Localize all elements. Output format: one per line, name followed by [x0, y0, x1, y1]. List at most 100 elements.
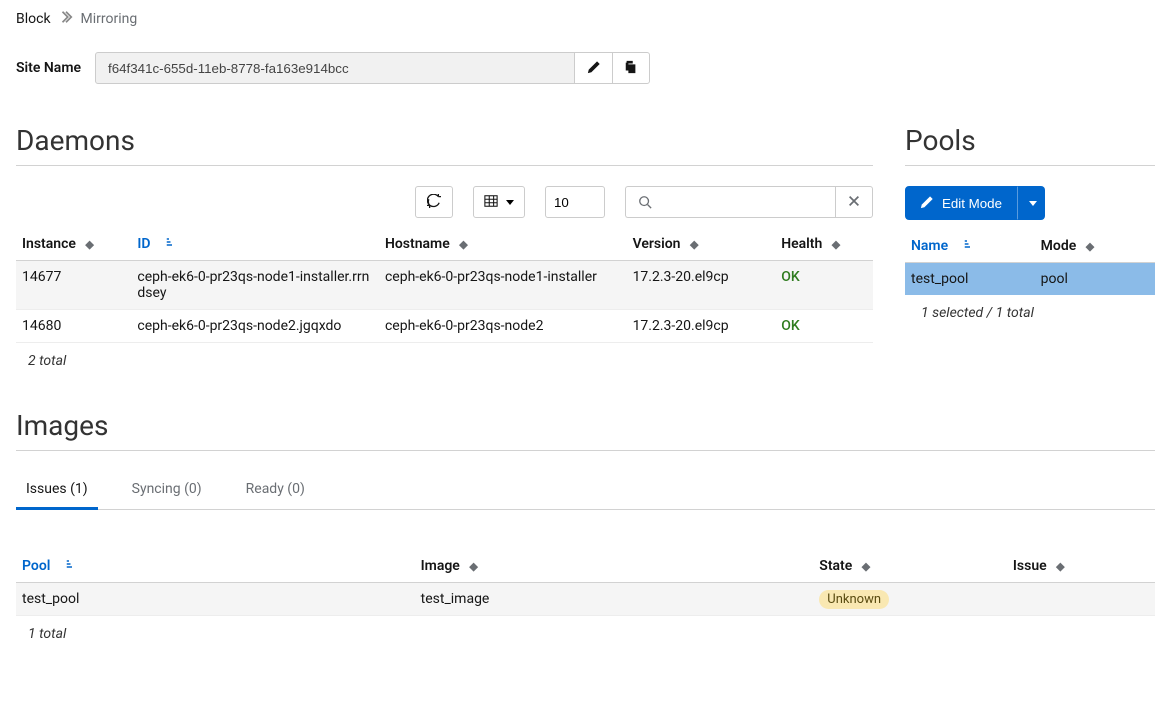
tab-issues[interactable]: Issues (1) [16, 471, 98, 510]
col-mode[interactable]: Mode ◆ [1035, 230, 1155, 263]
col-name[interactable]: Name [905, 230, 1035, 263]
refresh-button[interactable] [415, 186, 453, 218]
site-name-input-group [95, 52, 650, 84]
status-badge: OK [781, 269, 800, 285]
cell-instance: 14680 [16, 310, 131, 343]
images-total: 1 total [16, 616, 1155, 642]
search-icon [625, 186, 663, 218]
breadcrumb-current: Mirroring [81, 11, 138, 27]
col-label: Hostname [385, 236, 450, 252]
pools-header-row: Name Mode ◆ [905, 230, 1155, 263]
table-row[interactable]: test_pool pool [905, 263, 1155, 296]
sort-icon: ◆ [862, 560, 870, 573]
breadcrumb-root[interactable]: Block [16, 11, 51, 27]
pencil-icon [920, 195, 934, 212]
cell-id: ceph-ek6-0-pr23qs-node2.jgqxdo [131, 310, 379, 343]
table-row[interactable]: test_pool test_image Unknown [16, 583, 1155, 616]
table-row[interactable]: 14680 ceph-ek6-0-pr23qs-node2.jgqxdo cep… [16, 310, 873, 343]
site-name-label: Site Name [16, 60, 81, 76]
sort-asc-icon [160, 236, 172, 251]
daemons-panel: Daemons [16, 124, 873, 369]
tab-ready[interactable]: Ready (0) [236, 471, 315, 510]
status-badge: OK [781, 318, 800, 334]
cell-name: test_pool [905, 263, 1035, 296]
clear-search-button[interactable] [835, 186, 873, 218]
col-version[interactable]: Version ◆ [627, 228, 776, 261]
pools-table: Name Mode ◆ test_pool pool [905, 230, 1155, 295]
daemons-total: 2 total [16, 343, 873, 369]
sort-icon: ◆ [469, 560, 477, 573]
col-label: Instance [22, 236, 76, 252]
cell-version: 17.2.3-20.el9cp [627, 310, 776, 343]
copy-icon [624, 60, 638, 77]
images-tabs: Issues (1) Syncing (0) Ready (0) [16, 471, 1155, 510]
images-heading: Images [16, 409, 1155, 451]
cell-id: ceph-ek6-0-pr23qs-node1-installer.rrndse… [131, 261, 379, 310]
status-badge: Unknown [819, 590, 889, 609]
col-hostname[interactable]: Hostname ◆ [379, 228, 627, 261]
sort-icon: ◆ [85, 238, 93, 251]
pencil-icon [587, 60, 601, 77]
images-table: Pool Image ◆ State ◆ Issue ◆ [16, 550, 1155, 616]
col-state[interactable]: State ◆ [813, 550, 1007, 583]
col-label: Name [911, 238, 948, 254]
edit-mode-button[interactable]: Edit Mode [905, 186, 1017, 220]
sort-icon: ◆ [832, 238, 840, 251]
sort-asc-icon [60, 558, 72, 573]
cell-hostname: ceph-ek6-0-pr23qs-node2 [379, 310, 627, 343]
daemons-toolbar [16, 186, 873, 218]
cell-version: 17.2.3-20.el9cp [627, 261, 776, 310]
cell-pool: test_pool [16, 583, 415, 616]
col-label: Mode [1041, 238, 1077, 254]
table-icon [484, 194, 498, 211]
chevron-right-icon [59, 10, 73, 28]
sort-icon: ◆ [459, 238, 467, 251]
page-size-input[interactable] [545, 186, 605, 218]
col-instance[interactable]: Instance ◆ [16, 228, 131, 261]
pools-heading: Pools [905, 124, 1155, 166]
daemons-table: Instance ◆ ID Hostname ◆ Version [16, 228, 873, 343]
cell-image: test_image [415, 583, 814, 616]
edit-mode-dropdown[interactable] [1017, 186, 1045, 220]
col-label: ID [137, 236, 150, 252]
col-label: Pool [22, 558, 50, 574]
col-pool[interactable]: Pool [16, 550, 415, 583]
table-row[interactable]: 14677 ceph-ek6-0-pr23qs-node1-installer.… [16, 261, 873, 310]
refresh-icon [427, 194, 441, 211]
col-label: Image [421, 558, 460, 574]
col-label: Version [633, 236, 681, 252]
col-label: Health [781, 236, 822, 252]
cell-state: Unknown [813, 583, 1007, 616]
edit-site-name-button[interactable] [575, 52, 613, 84]
cell-instance: 14677 [16, 261, 131, 310]
col-label: Issue [1013, 558, 1047, 574]
cell-health: OK [775, 310, 873, 343]
breadcrumb: Block Mirroring [16, 10, 1155, 28]
pools-footer: 1 selected / 1 total [905, 295, 1155, 321]
cell-mode: pool [1035, 263, 1155, 296]
col-id[interactable]: ID [131, 228, 379, 261]
cell-health: OK [775, 261, 873, 310]
cell-hostname: ceph-ek6-0-pr23qs-node1-installer [379, 261, 627, 310]
tab-syncing[interactable]: Syncing (0) [122, 471, 212, 510]
close-icon [847, 194, 861, 211]
daemons-header-row: Instance ◆ ID Hostname ◆ Version [16, 228, 873, 261]
edit-mode-label: Edit Mode [942, 196, 1002, 211]
images-panel: Images Issues (1) Syncing (0) Ready (0) … [16, 409, 1155, 642]
sort-icon: ◆ [1086, 240, 1094, 253]
sort-asc-icon [958, 238, 970, 253]
site-name-input[interactable] [95, 52, 575, 84]
col-image[interactable]: Image ◆ [415, 550, 814, 583]
sort-icon: ◆ [1056, 560, 1064, 573]
col-label: State [819, 558, 852, 574]
col-health[interactable]: Health ◆ [775, 228, 873, 261]
search-input[interactable] [663, 186, 835, 218]
sort-icon: ◆ [690, 238, 698, 251]
columns-button[interactable] [473, 186, 525, 218]
pools-panel: Pools Edit Mode Name [905, 124, 1155, 321]
cell-issue [1007, 583, 1155, 616]
col-issue[interactable]: Issue ◆ [1007, 550, 1155, 583]
copy-site-name-button[interactable] [612, 52, 650, 84]
images-header-row: Pool Image ◆ State ◆ Issue ◆ [16, 550, 1155, 583]
site-name-row: Site Name [16, 52, 1155, 84]
